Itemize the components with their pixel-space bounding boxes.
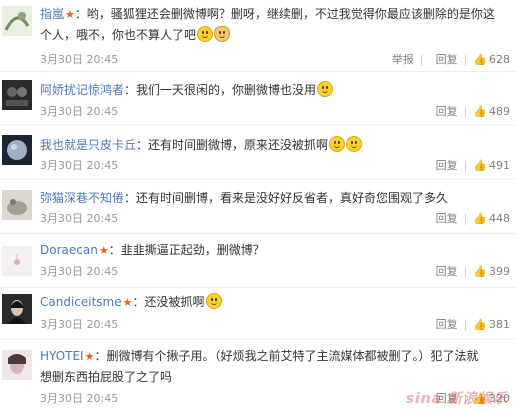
- comment-time: 3月30日 20:45: [40, 159, 119, 172]
- smile-emoji-icon: [346, 136, 363, 152]
- comment-item: 指嵐★：哟，骚狐狸还会删微博啊？删呀，继续删，不过我觉得你最应该删除的是你这 个…: [0, 0, 516, 72]
- comment-text: ：哟，骚狐狸还会删微博啊？删呀，继续删，不过我觉得你最应该删除的是你这: [74, 7, 495, 21]
- thumbs-up-icon[interactable]: 👍: [473, 265, 487, 278]
- smile-emoji-icon: [317, 81, 334, 97]
- comment-text: ：还没被抓啊: [132, 295, 205, 309]
- comment-time: 3月30日 20:45: [40, 53, 119, 66]
- avatar[interactable]: [2, 350, 32, 380]
- smile-emoji-icon: [205, 293, 222, 309]
- verified-star-icon: ★: [65, 8, 75, 21]
- report-link[interactable]: 举报: [392, 53, 414, 66]
- cat-emoji-icon: [214, 26, 231, 42]
- thumbs-up-icon[interactable]: 👍: [473, 159, 487, 172]
- thumbs-up-icon[interactable]: 👍: [473, 212, 487, 225]
- comment-username[interactable]: HYOTEI: [40, 349, 84, 363]
- thumbs-up-icon[interactable]: 👍: [473, 105, 487, 118]
- surprised-emoji-icon: [197, 26, 214, 42]
- reply-link[interactable]: 回复: [436, 212, 458, 225]
- avatar[interactable]: [2, 294, 32, 324]
- comment-item: 弥猫深巷不知倦：还有时间删博，看来是没好好反省者，真好奇您围观了多久 3月30日…: [0, 180, 516, 234]
- avatar[interactable]: [2, 80, 32, 110]
- comment-item: Candiceitsme★：还没被抓啊 3月30日 20:45 回复 | 👍 381: [0, 288, 516, 340]
- comment-item: 我也就是只皮卡丘：还有时间删微博，原来还没被抓啊 3月30日 20:45 回复 |…: [0, 125, 516, 180]
- like-count[interactable]: 399: [489, 265, 510, 278]
- reply-link[interactable]: 回复: [436, 53, 458, 66]
- avatar[interactable]: [2, 246, 32, 276]
- comment-text: ：我们一天很闲的，你删微博也没用: [124, 83, 317, 97]
- smile-emoji-icon: [329, 136, 346, 152]
- comment-username[interactable]: 弥猫深巷不知倦: [40, 191, 124, 205]
- verified-star-icon: ★: [84, 350, 95, 363]
- comment-username[interactable]: 我也就是只皮卡丘: [40, 138, 136, 152]
- comment-text: ：删微博有个揪子用。（好烦我之前艾特了主流媒体都被删了。）犯了法就: [94, 349, 479, 363]
- thumbs-up-icon[interactable]: 👍: [473, 53, 487, 66]
- sina-watermark: sina 新浪娱乐: [405, 391, 508, 407]
- comment-username[interactable]: Candiceitsme: [40, 295, 122, 309]
- comment-text-continued: 个人，哦不，你也不算人了吧: [40, 28, 197, 42]
- comment-username[interactable]: 阿娇扰记惊鸿者: [40, 83, 124, 97]
- comment-text-continued: 想删东西拍屁股了之了吗: [40, 370, 173, 384]
- verified-star-icon: ★: [98, 244, 109, 257]
- comment-time: 3月30日 20:45: [40, 265, 119, 278]
- reply-link[interactable]: 回复: [436, 265, 458, 278]
- reply-link[interactable]: 回复: [436, 105, 458, 118]
- comment-item: Doraecan★：韭韭撕逼正起劲，删微博？ 3月30日 20:45 回复 | 👍 3…: [0, 234, 516, 288]
- comment-time: 3月30日 20:45: [40, 212, 119, 225]
- avatar[interactable]: [2, 6, 32, 36]
- comment-text: ：还有时间删博，看来是没好好反省者，真好奇您围观了多久: [124, 191, 449, 205]
- comment-username[interactable]: Doraecan: [40, 243, 98, 257]
- comment-username[interactable]: 指嵐: [40, 7, 64, 21]
- comment-text: ：韭韭撕逼正起劲，删微博？: [108, 243, 265, 257]
- reply-link[interactable]: 回复: [436, 318, 458, 331]
- reply-link[interactable]: 回复: [436, 159, 458, 172]
- like-count[interactable]: 628: [489, 53, 510, 66]
- like-count[interactable]: 381: [489, 318, 510, 331]
- comment-text: ：还有时间删微博，原来还没被抓啊: [136, 138, 329, 152]
- like-count[interactable]: 491: [489, 159, 510, 172]
- avatar[interactable]: [2, 135, 32, 165]
- comment-time: 3月30日 20:45: [40, 392, 119, 405]
- like-count[interactable]: 489: [489, 105, 510, 118]
- comment-item: 阿娇扰记惊鸿者：我们一天很闲的，你删微博也没用 3月30日 20:45 回复 | 👍…: [0, 72, 516, 125]
- comment-time: 3月30日 20:45: [40, 105, 119, 118]
- thumbs-up-icon[interactable]: 👍: [473, 318, 487, 331]
- verified-star-icon: ★: [122, 296, 133, 309]
- avatar[interactable]: [2, 190, 32, 220]
- comment-time: 3月30日 20:45: [40, 318, 119, 331]
- like-count[interactable]: 448: [489, 212, 510, 225]
